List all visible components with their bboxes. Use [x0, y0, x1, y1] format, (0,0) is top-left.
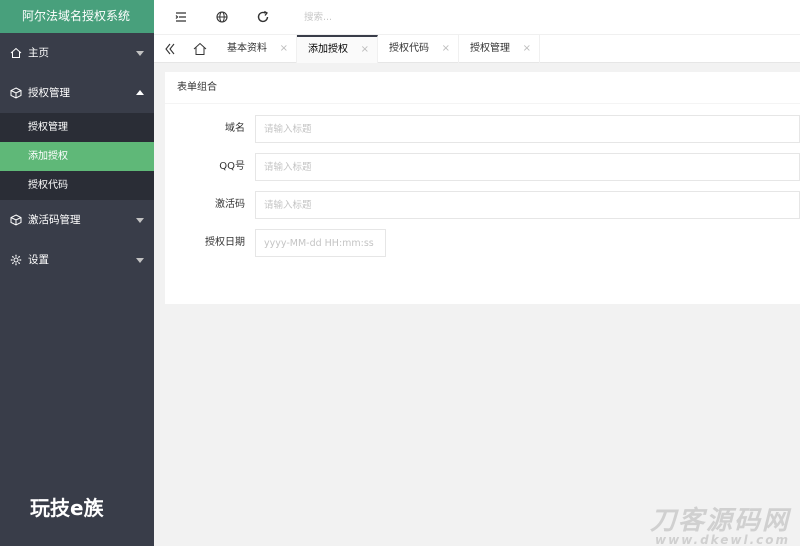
- qq-input[interactable]: [255, 153, 800, 181]
- activation-code-label: 激活码: [215, 199, 245, 210]
- chevron-down-icon: [136, 218, 144, 223]
- close-icon[interactable]: ×: [280, 35, 288, 62]
- globe-icon[interactable]: [215, 10, 229, 24]
- form-row-domain: 域名: [165, 115, 800, 143]
- gear-icon: [10, 254, 22, 266]
- submenu-item-auth-management[interactable]: 授权管理: [0, 113, 154, 142]
- form-row-auth-date: 授权日期: [165, 229, 800, 257]
- sidebar-item-label: 主页: [28, 47, 49, 59]
- form-row-activation-code: 激活码: [165, 191, 800, 219]
- watermark-right: 刀客源码网 www.dkewl.com: [650, 500, 790, 546]
- cube-icon: [10, 87, 22, 99]
- menu-fold-icon[interactable]: [174, 10, 188, 24]
- form-card: 表单组合 域名 QQ号 激活码 授权日期: [165, 72, 800, 304]
- watermark-left: 玩技e族: [30, 496, 104, 520]
- tab-auth-management[interactable]: 授权管理 ×: [459, 35, 540, 63]
- sidebar-item-activation-code[interactable]: 激活码管理: [0, 200, 154, 240]
- close-icon[interactable]: ×: [361, 37, 369, 62]
- app-logo-title[interactable]: 阿尔法域名授权系统: [0, 0, 154, 33]
- auth-submenu: 授权管理 添加授权 授权代码: [0, 113, 154, 200]
- watermark-right-title: 刀客源码网: [649, 506, 790, 536]
- card-title: 表单组合: [165, 72, 800, 104]
- domain-input[interactable]: [255, 115, 800, 143]
- submenu-item-add-auth[interactable]: 添加授权: [0, 142, 154, 171]
- auth-date-input[interactable]: [255, 229, 386, 257]
- tab-add-auth[interactable]: 添加授权 ×: [297, 35, 378, 63]
- sidebar: 阿尔法域名授权系统 主页 授权管理 授权管理 添加授权 授权代码 激活码管理 设…: [0, 0, 154, 546]
- sidebar-item-label: 授权管理: [28, 87, 70, 99]
- tab-auth-code[interactable]: 授权代码 ×: [378, 35, 459, 63]
- chevron-up-icon: [136, 90, 144, 95]
- sidebar-item-label: 激活码管理: [28, 214, 81, 226]
- tab-bar: 基本资料 × 添加授权 × 授权代码 × 授权管理 ×: [154, 34, 800, 63]
- sidebar-item-home[interactable]: 主页: [0, 33, 154, 73]
- form-row-qq: QQ号: [165, 153, 800, 181]
- tab-basic-info[interactable]: 基本资料 ×: [216, 35, 297, 63]
- chevron-down-icon: [136, 51, 144, 56]
- home-icon[interactable]: [186, 35, 214, 63]
- auth-date-label: 授权日期: [205, 237, 245, 248]
- sidebar-item-auth-management[interactable]: 授权管理: [0, 73, 154, 113]
- search-input[interactable]: [304, 10, 464, 25]
- refresh-icon[interactable]: [256, 10, 270, 24]
- activation-code-input[interactable]: [255, 191, 800, 219]
- double-chevron-left-icon[interactable]: [156, 35, 184, 63]
- cube-icon: [10, 214, 22, 226]
- watermark-right-url: www.dkewl.com: [655, 533, 790, 546]
- sidebar-item-label: 设置: [28, 254, 49, 266]
- close-icon[interactable]: ×: [523, 35, 531, 62]
- top-header: [154, 0, 800, 34]
- home-icon: [10, 47, 22, 58]
- sidebar-item-settings[interactable]: 设置: [0, 240, 154, 280]
- domain-label: 域名: [225, 123, 245, 134]
- qq-label: QQ号: [219, 161, 245, 172]
- close-icon[interactable]: ×: [442, 35, 450, 62]
- submenu-item-auth-code[interactable]: 授权代码: [0, 171, 154, 200]
- chevron-down-icon: [136, 258, 144, 263]
